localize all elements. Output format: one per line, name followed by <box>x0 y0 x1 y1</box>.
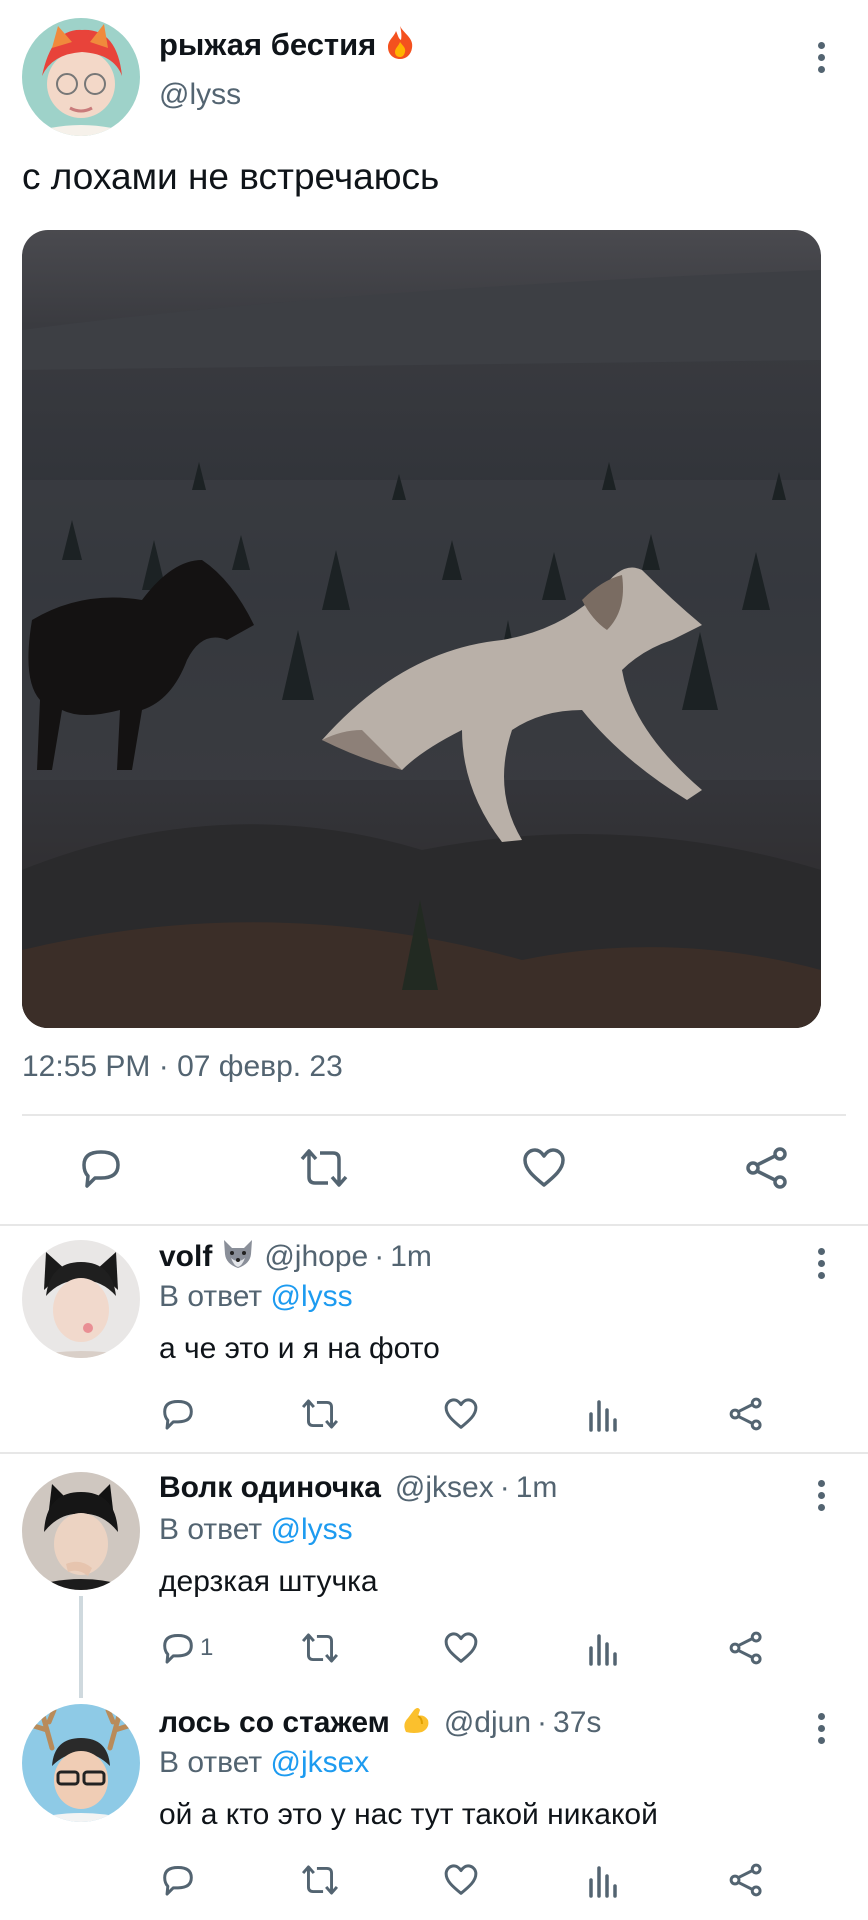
like-icon[interactable] <box>521 1145 567 1191</box>
retweet-icon[interactable] <box>300 1630 340 1666</box>
handle[interactable]: @lyss <box>159 78 241 112</box>
reply-icon[interactable] <box>160 1630 196 1666</box>
avatar[interactable] <box>22 1704 140 1822</box>
like-icon[interactable] <box>443 1396 479 1432</box>
reply-text: дерзкая штучка <box>159 1565 378 1598</box>
views-icon[interactable] <box>587 1862 619 1898</box>
display-name[interactable]: Волк одиночка <box>159 1471 381 1505</box>
separator-dot: · <box>374 1239 385 1273</box>
reply-icon[interactable] <box>78 1145 124 1191</box>
reply-prefix: В ответ <box>159 1513 263 1546</box>
share-icon[interactable] <box>728 1396 764 1432</box>
reply-time: 1m <box>390 1239 432 1273</box>
tweet-timestamp: 12:55 PM · 07 февр. 23 <box>22 1050 343 1083</box>
tweet-photo[interactable] <box>22 230 821 1028</box>
wolf-icon <box>220 1238 256 1275</box>
display-name[interactable]: лось со стажем <box>159 1706 390 1740</box>
thread-line <box>79 1596 83 1698</box>
flexed-biceps-icon <box>400 1704 432 1741</box>
reply-to-link[interactable]: @lyss <box>270 1280 352 1313</box>
reply-time: 37s <box>553 1705 602 1739</box>
reply-prefix: В ответ <box>159 1280 263 1313</box>
tweet-text: с лохами не встречаюсь <box>22 156 440 197</box>
retweet-icon[interactable] <box>300 1862 340 1898</box>
display-name[interactable]: рыжая бестия <box>159 27 376 63</box>
more-options-icon[interactable] <box>815 1713 827 1749</box>
reply-prefix: В ответ <box>159 1746 263 1779</box>
share-icon[interactable] <box>744 1145 790 1191</box>
retweet-icon[interactable] <box>300 1396 340 1432</box>
avatar[interactable] <box>22 18 140 136</box>
divider <box>0 1224 868 1226</box>
handle[interactable]: @jhope <box>264 1240 368 1274</box>
reply-to-link[interactable]: @jksex <box>270 1746 369 1779</box>
reply-time: 1m <box>515 1471 558 1504</box>
divider <box>0 1452 868 1454</box>
fire-icon <box>384 24 416 65</box>
reply-text: а че это и я на фото <box>159 1332 440 1365</box>
handle[interactable]: @jksex <box>395 1471 494 1505</box>
more-options-icon[interactable] <box>815 1480 827 1516</box>
like-icon[interactable] <box>443 1630 479 1666</box>
divider <box>22 1114 846 1116</box>
like-icon[interactable] <box>443 1862 479 1898</box>
separator-dot: · <box>499 1471 510 1504</box>
avatar[interactable] <box>22 1240 140 1358</box>
more-options-icon[interactable] <box>815 42 827 78</box>
share-icon[interactable] <box>728 1862 764 1898</box>
more-options-icon[interactable] <box>815 1248 827 1284</box>
reply-icon[interactable] <box>160 1862 196 1898</box>
reply-icon[interactable] <box>160 1396 196 1432</box>
views-icon[interactable] <box>587 1396 619 1432</box>
views-icon[interactable] <box>587 1630 619 1666</box>
avatar[interactable] <box>22 1472 140 1590</box>
handle[interactable]: @djun <box>444 1706 531 1740</box>
reply-text: ой а кто это у нас тут такой никакой <box>159 1798 658 1831</box>
reply-count: 1 <box>200 1634 214 1661</box>
separator-dot: · <box>537 1705 548 1739</box>
retweet-icon[interactable] <box>298 1145 350 1191</box>
display-name[interactable]: volf <box>159 1240 212 1274</box>
share-icon[interactable] <box>728 1630 764 1666</box>
reply-to-link[interactable]: @lyss <box>270 1513 352 1546</box>
